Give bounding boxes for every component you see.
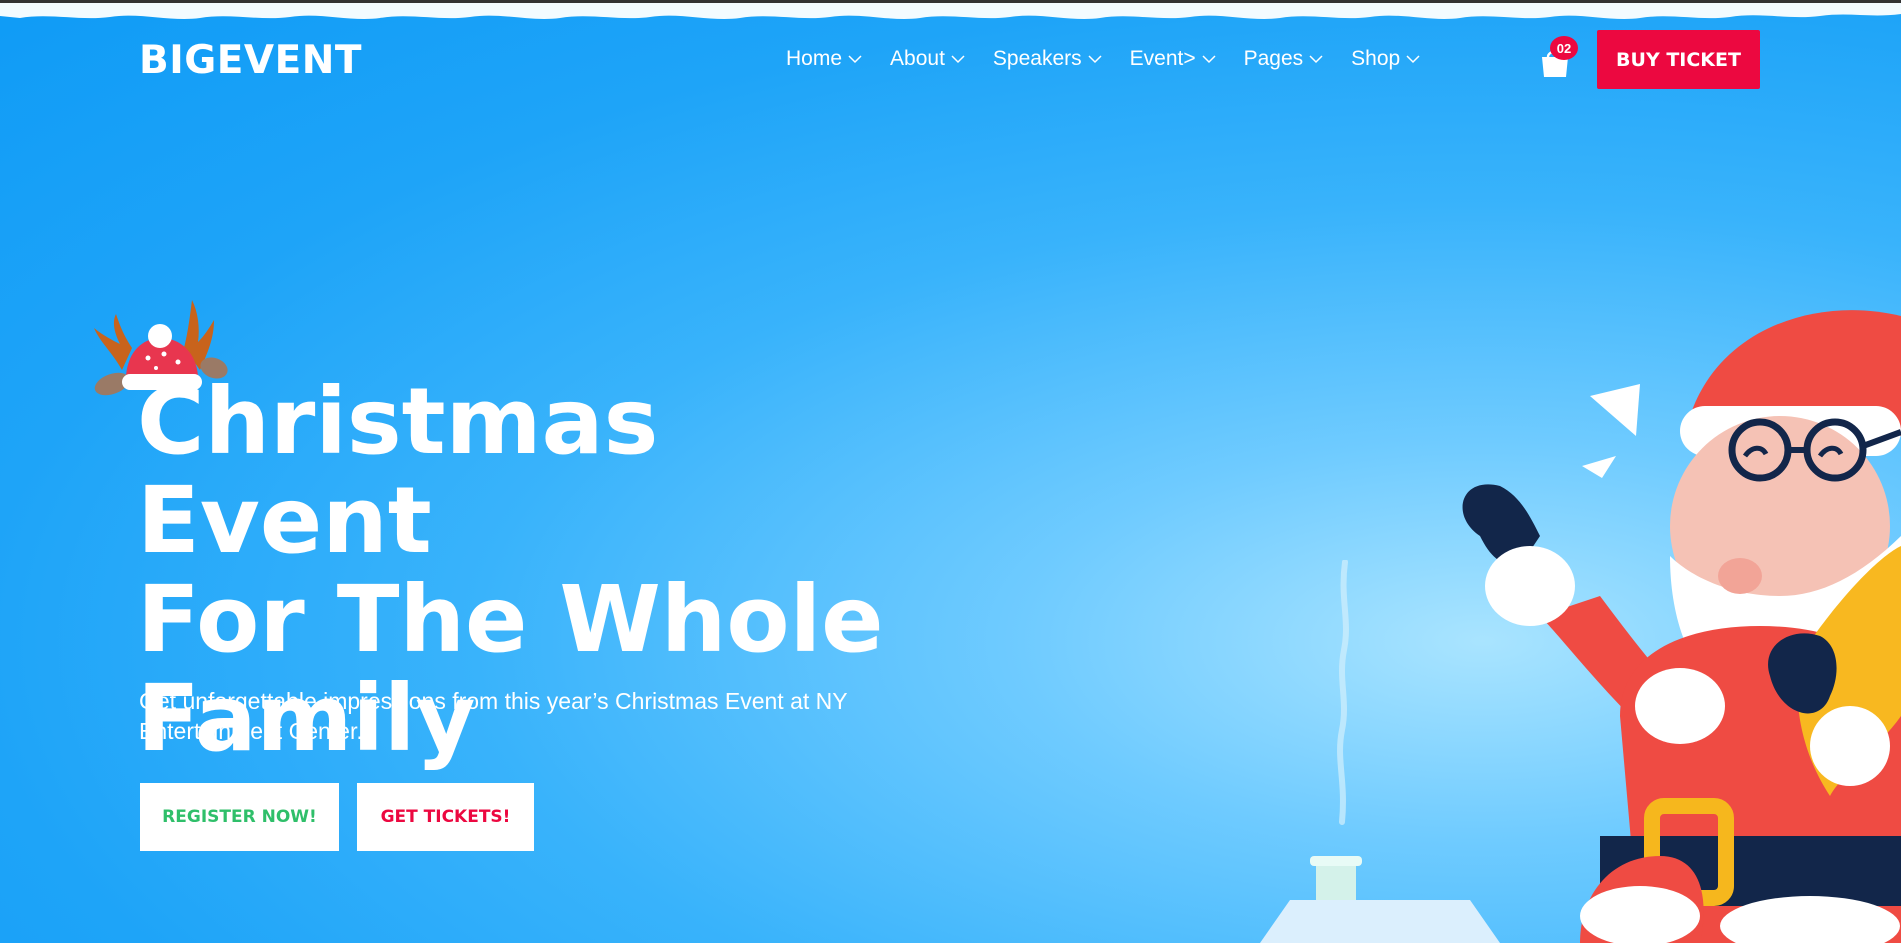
- nav-item-label: Pages: [1243, 47, 1304, 70]
- main-navigation: Home About Speakers Event> Pages Shop: [786, 47, 1448, 71]
- register-now-button[interactable]: REGISTER NOW!: [140, 783, 339, 851]
- chevron-down-icon: [1202, 55, 1216, 64]
- santa-claus-illustration: [1462, 310, 1901, 943]
- hero-title: Christmas Event For The Whole Family: [137, 372, 957, 768]
- nav-item-label: Event>: [1129, 47, 1196, 70]
- chevron-down-icon: [848, 55, 862, 64]
- cart-count-badge: 02: [1550, 36, 1578, 60]
- hero-title-line-1: Christmas Event: [137, 368, 659, 574]
- chevron-down-icon: [1406, 55, 1420, 64]
- nav-item-label: Shop: [1351, 47, 1401, 70]
- chevron-down-icon: [951, 55, 965, 64]
- site-header: BIGEVENT Home About Speakers Event> Page…: [0, 0, 1901, 120]
- hero-title-line-2: For The Whole: [137, 566, 884, 673]
- nav-item-event[interactable]: Event>: [1130, 47, 1216, 71]
- nav-item-shop[interactable]: Shop: [1351, 47, 1420, 71]
- nav-item-home[interactable]: Home: [786, 47, 862, 71]
- nav-item-label: Home: [786, 47, 843, 70]
- nav-item-pages[interactable]: Pages: [1244, 47, 1324, 71]
- nav-item-speakers[interactable]: Speakers: [993, 47, 1102, 71]
- nav-item-about[interactable]: About: [890, 47, 965, 71]
- site-logo[interactable]: BIGEVENT: [139, 38, 362, 83]
- nav-item-label: Speakers: [992, 47, 1082, 70]
- buy-ticket-button[interactable]: BUY TICKET: [1597, 30, 1760, 89]
- hero-title-line-3: Family: [137, 665, 476, 772]
- santa-hat-antlers-decoration: [94, 300, 228, 396]
- chevron-down-icon: [1309, 55, 1323, 64]
- nav-item-label: About: [890, 47, 945, 70]
- get-tickets-button[interactable]: GET TICKETS!: [357, 783, 534, 851]
- chevron-down-icon: [1088, 55, 1102, 64]
